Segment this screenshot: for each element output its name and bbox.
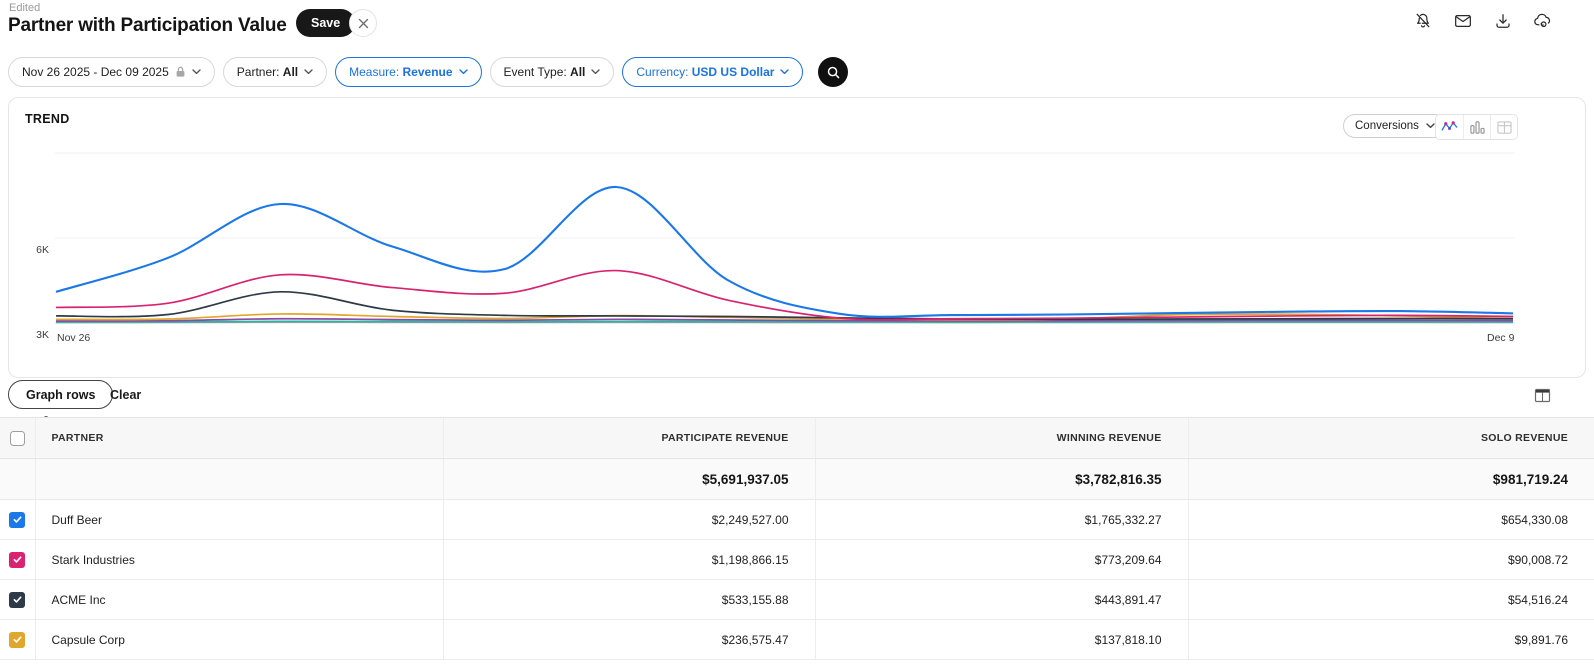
column-header-partner: PARTNER (35, 418, 443, 459)
totals-winning-revenue: $3,782,816.35 (815, 459, 1188, 500)
select-all-checkbox[interactable] (10, 431, 25, 446)
chart-type-bar-button[interactable] (1463, 115, 1490, 139)
chart-type-table-button[interactable] (1490, 115, 1517, 139)
chevron-down-icon (192, 69, 201, 75)
solo-revenue-cell: $9,891.76 (1188, 620, 1594, 660)
totals-row: $5,691,937.05 $3,782,816.35 $981,719.24 (0, 459, 1594, 500)
totals-participate-revenue: $5,691,937.05 (443, 459, 815, 500)
lock-icon (175, 66, 186, 78)
clear-button[interactable]: Clear (102, 380, 149, 409)
partner-filter-label: Partner: All (237, 65, 298, 79)
mail-icon[interactable] (1450, 8, 1476, 34)
filter-date-range[interactable]: Nov 26 2025 - Dec 09 2025 (8, 57, 215, 87)
conversions-dropdown[interactable]: Conversions (1343, 114, 1447, 138)
chevron-down-icon (304, 69, 313, 75)
filter-bar: Nov 26 2025 - Dec 09 2025 Partner: All M… (8, 57, 848, 87)
chevron-down-icon (780, 69, 789, 75)
row-checkbox[interactable] (9, 592, 25, 608)
close-button[interactable] (349, 9, 377, 37)
x-axis-tick-start: Nov 26 (57, 332, 90, 344)
filter-currency[interactable]: Currency: USD US Dollar (622, 57, 803, 87)
winning-revenue-cell: $137,818.10 (815, 620, 1188, 660)
table-row: Duff Beer $2,249,527.00 $1,765,332.27 $6… (0, 500, 1594, 540)
winning-revenue-cell: $1,765,332.27 (815, 500, 1188, 540)
table-row: Capsule Corp $236,575.47 $137,818.10 $9,… (0, 620, 1594, 660)
currency-filter-label: Currency: USD US Dollar (636, 65, 774, 79)
table-view-icon (1496, 120, 1513, 135)
page-title: Partner with Participation Value (8, 15, 287, 37)
date-range-label: Nov 26 2025 - Dec 09 2025 (22, 65, 169, 79)
conversions-label: Conversions (1355, 120, 1419, 132)
column-header-solo-revenue: SOLO REVENUE (1188, 418, 1594, 459)
measure-filter-label: Measure: Revenue (349, 65, 452, 79)
search-button[interactable] (818, 57, 848, 87)
row-checkbox[interactable] (9, 512, 25, 528)
solo-revenue-cell: $90,008.72 (1188, 540, 1594, 580)
graph-rows-button[interactable]: Graph rows (8, 380, 113, 409)
filter-partner[interactable]: Partner: All (223, 57, 327, 87)
participate-revenue-cell: $236,575.47 (443, 620, 815, 660)
winning-revenue-cell: $443,891.47 (815, 580, 1188, 620)
partners-table: PARTNER PARTICIPATE REVENUE WINNING REVE… (0, 417, 1594, 660)
y-axis-tick-6k: 6K (17, 244, 49, 256)
x-axis-tick-end: Dec 9 (1487, 332, 1514, 344)
bell-slash-icon[interactable] (1410, 8, 1436, 34)
chevron-down-icon (591, 69, 600, 75)
solo-revenue-cell: $54,516.24 (1188, 580, 1594, 620)
filter-event-type[interactable]: Event Type: All (490, 57, 615, 87)
totals-solo-revenue: $981,719.24 (1188, 459, 1594, 500)
row-checkbox[interactable] (9, 552, 25, 568)
event-type-filter-label: Event Type: All (504, 65, 586, 79)
column-header-winning-revenue: WINNING REVENUE (815, 418, 1188, 459)
totals-partner-cell (35, 459, 443, 500)
partner-name-cell: Capsule Corp (35, 620, 443, 660)
table-columns-icon (1534, 388, 1551, 403)
trend-line-series (56, 321, 1513, 322)
winning-revenue-cell: $773,209.64 (815, 540, 1188, 580)
bar-chart-icon (1469, 120, 1486, 135)
column-header-participate-revenue: PARTICIPATE REVENUE (443, 418, 815, 459)
partner-name-cell: Duff Beer (35, 500, 443, 540)
trend-chart (9, 98, 1585, 358)
table-row: Stark Industries $1,198,866.15 $773,209.… (0, 540, 1594, 580)
search-icon (826, 65, 841, 80)
participate-revenue-cell: $533,155.88 (443, 580, 815, 620)
close-icon (358, 18, 369, 29)
trend-section-label: TREND (25, 112, 70, 126)
download-icon[interactable] (1490, 8, 1516, 34)
cloud-sync-icon[interactable] (1530, 8, 1556, 34)
solo-revenue-cell: $654,330.08 (1188, 500, 1594, 540)
chart-type-line-button[interactable] (1436, 115, 1463, 139)
y-axis-tick-3k: 3K (17, 329, 49, 341)
chevron-down-icon (1426, 123, 1435, 129)
chevron-down-icon (459, 69, 468, 75)
table-row: ACME Inc $533,155.88 $443,891.47 $54,516… (0, 580, 1594, 620)
trend-card: TREND 6K 3K 0 Nov 26 Dec 9 Conversions (8, 97, 1586, 378)
partner-name-cell: Stark Industries (35, 540, 443, 580)
participate-revenue-cell: $1,198,866.15 (443, 540, 815, 580)
header-action-icons (1410, 8, 1556, 34)
row-checkbox[interactable] (9, 632, 25, 648)
trend-line-Duff Beer (56, 187, 1513, 317)
participate-revenue-cell: $2,249,527.00 (443, 500, 815, 540)
partner-name-cell: ACME Inc (35, 580, 443, 620)
line-chart-icon (1440, 120, 1459, 135)
filter-measure[interactable]: Measure: Revenue (335, 57, 481, 87)
table-settings-button[interactable] (1528, 383, 1556, 407)
table-header-row: PARTNER PARTICIPATE REVENUE WINNING REVE… (0, 418, 1594, 459)
chart-type-selector (1435, 114, 1518, 140)
edited-status: Edited (9, 2, 40, 14)
save-button[interactable]: Save (296, 9, 355, 37)
